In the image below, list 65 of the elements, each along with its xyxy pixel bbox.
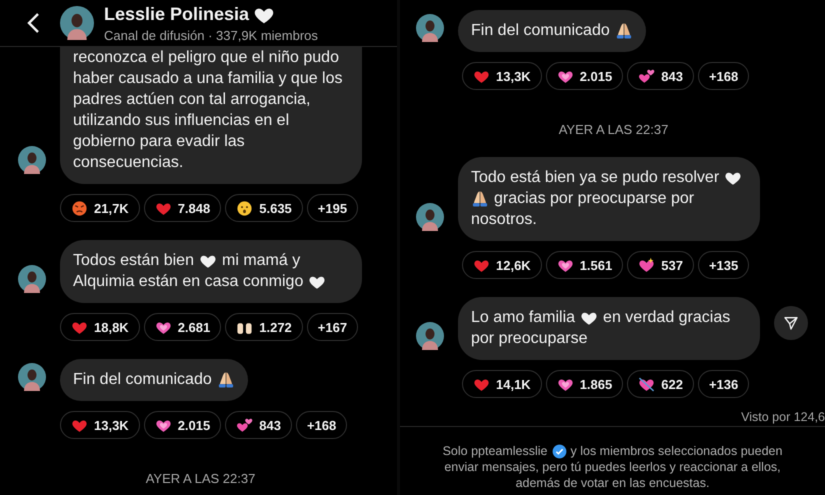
reaction-pill[interactable]: 7.848 xyxy=(144,194,222,222)
avatar-icon xyxy=(60,6,94,40)
avatar-icon xyxy=(416,322,444,350)
reaction-pill[interactable]: 2.681 xyxy=(144,313,222,341)
reaction-pill[interactable]: +195 xyxy=(306,194,358,222)
timestamp: AYER A LAS 22:37 xyxy=(558,122,670,137)
reaction-pill[interactable]: 2.015 xyxy=(144,411,222,439)
message-text: Fin del comunicado xyxy=(471,21,610,41)
avatar-icon xyxy=(416,203,444,231)
praying-hands-icon xyxy=(471,190,489,208)
praying-hands-icon xyxy=(216,370,235,388)
avatar-icon xyxy=(18,265,46,293)
reaction-pill[interactable]: 1.561 xyxy=(546,251,624,279)
reaction-pill[interactable]: +136 xyxy=(698,370,750,398)
message-text: Lo amo familia xyxy=(471,308,576,328)
send-icon xyxy=(783,314,799,330)
reaction-pill[interactable]: 1.272 xyxy=(225,313,303,341)
message-text: Todo está bien ya se pudo resolver xyxy=(471,168,720,188)
reaction-pill[interactable]: +168 xyxy=(296,411,348,439)
reaction-pill[interactable]: 843 xyxy=(627,62,694,90)
reaction-pill[interactable]: 537 xyxy=(627,251,694,279)
avatar-icon xyxy=(416,14,444,42)
footer-notice: Solo ppteamlesslie xyxy=(442,443,548,459)
message-text: en verdad gracias xyxy=(603,308,730,328)
reaction-pill[interactable]: 622 xyxy=(627,370,694,398)
footer-notice: y los miembros seleccionados pueden xyxy=(570,443,782,459)
surprised-face-icon xyxy=(236,200,254,216)
hearts-icon xyxy=(236,416,254,434)
praying-hands-icon xyxy=(614,22,633,40)
reaction-pill[interactable]: 18,8K xyxy=(60,313,140,341)
channel-name: Lesslie Polinesia xyxy=(104,4,250,25)
reaction-pill[interactable]: 21,7K xyxy=(60,194,140,222)
channel-subtitle: Canal de difusión · 337,9K miembros xyxy=(104,28,318,42)
heart-icon xyxy=(638,256,656,274)
reaction-pill[interactable]: 843 xyxy=(225,411,292,439)
message-text: Alquimia están en casa conmigo xyxy=(73,272,304,292)
verified-icon xyxy=(552,444,566,458)
reaction-pill[interactable]: +168 xyxy=(698,62,750,90)
footer-notice: además de votar en las encuestas. xyxy=(516,475,710,491)
reaction-pill[interactable]: 5.635 xyxy=(225,194,303,222)
avatar-icon xyxy=(18,146,46,174)
message-text: por preocuparse xyxy=(471,329,588,349)
heart-arrow-icon xyxy=(638,376,656,392)
footer-notice: enviar mensajes, pero tú puedes leerlos y reaccionar a ellos, xyxy=(444,459,781,475)
reaction-pill[interactable]: 14,1K xyxy=(462,370,542,398)
reaction-pill[interactable]: +167 xyxy=(306,313,358,341)
reaction-pill[interactable]: 13,3K xyxy=(462,62,542,90)
message-text: mi mamá y xyxy=(222,251,300,271)
angry-face-icon xyxy=(71,200,88,216)
message-text: reconozca el peligro que el niño pudo haber causado a una familia y que los padres actúen con tal arrogancia, utilizando sus influencias en el gobierno para evadir las consecuencias. xyxy=(73,48,344,173)
reaction-pill[interactable]: +135 xyxy=(698,251,750,279)
back-button[interactable] xyxy=(26,12,40,34)
reaction-pill[interactable]: 2.015 xyxy=(546,62,624,90)
timestamp: AYER A LAS 22:37 xyxy=(144,471,256,486)
reaction-pill[interactable]: 13,3K xyxy=(60,411,140,439)
avatar-icon xyxy=(18,363,46,391)
message-text: Todos están bien xyxy=(73,251,194,271)
share-button[interactable] xyxy=(774,306,808,340)
message-text: nosotros. xyxy=(471,210,537,230)
hearts-icon xyxy=(638,68,656,84)
reaction-pill[interactable]: 1.865 xyxy=(546,370,624,398)
reaction-pill[interactable]: 12,6K xyxy=(462,251,542,279)
message-text: gracias por preocuparse por xyxy=(494,189,694,209)
message-text: Fin del comunicado xyxy=(73,370,212,390)
seen-count: Visto por 124,6 xyxy=(741,410,825,424)
